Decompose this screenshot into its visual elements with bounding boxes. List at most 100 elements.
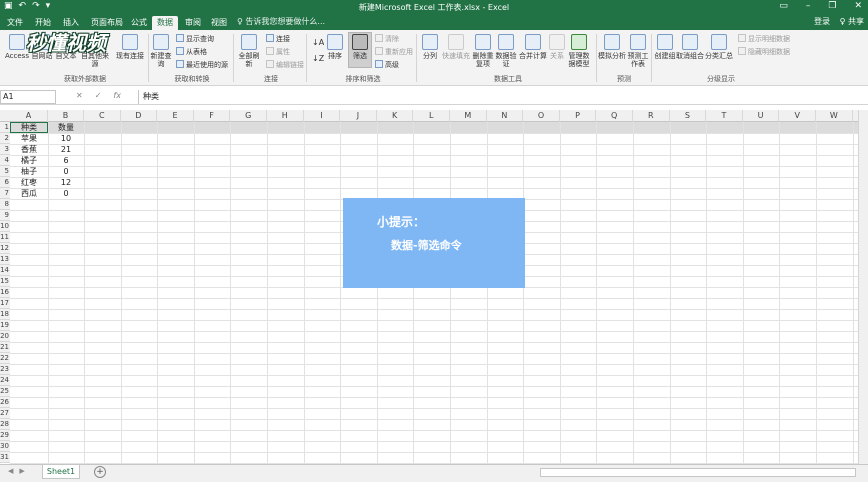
column-header[interactable]: T <box>706 110 743 122</box>
column-header[interactable]: D <box>121 110 158 122</box>
restore-icon[interactable]: ❐ <box>828 1 836 11</box>
table-cell[interactable]: 12 <box>48 177 84 188</box>
table-cell[interactable]: 0 <box>48 166 84 177</box>
row-header[interactable]: 24 <box>0 375 10 386</box>
table-cell[interactable]: 苹果 <box>10 133 48 144</box>
row-header[interactable]: 16 <box>0 287 10 298</box>
row-header[interactable]: 20 <box>0 331 10 342</box>
table-cell[interactable]: 红枣 <box>10 177 48 188</box>
column-header[interactable]: R <box>633 110 670 122</box>
connections-button[interactable]: 连接 <box>266 34 290 44</box>
formula-input[interactable]: 种类 <box>138 90 864 104</box>
row-header[interactable]: 5 <box>0 166 10 177</box>
column-header[interactable]: O <box>523 110 560 122</box>
row-header[interactable]: 11 <box>0 232 10 243</box>
row-header[interactable]: 30 <box>0 441 10 452</box>
add-sheet-button[interactable]: + <box>94 466 106 478</box>
sort-button[interactable]: 排序 <box>326 34 344 60</box>
consolidate-button[interactable]: 合并计算 <box>518 34 548 60</box>
column-header[interactable]: W <box>816 110 853 122</box>
column-header[interactable]: L <box>413 110 450 122</box>
ribbon-options-icon[interactable]: ▭ <box>779 1 788 11</box>
column-header[interactable]: I <box>304 110 341 122</box>
text-to-columns-button[interactable]: 分列 <box>420 34 440 60</box>
column-header[interactable]: M <box>450 110 487 122</box>
column-header[interactable]: E <box>157 110 194 122</box>
row-header[interactable]: 23 <box>0 364 10 375</box>
forecast-sheet-button[interactable]: 预测工作表 <box>626 34 650 68</box>
relationships-button[interactable]: 关系 <box>548 34 566 60</box>
row-header[interactable]: 10 <box>0 221 10 232</box>
column-header[interactable]: H <box>267 110 304 122</box>
column-header[interactable]: B <box>48 110 84 122</box>
recent-sources-button[interactable]: 最近使用的源 <box>176 60 228 70</box>
row-header[interactable]: 26 <box>0 397 10 408</box>
sheet-nav-arrows[interactable]: ◀▶ <box>8 467 31 475</box>
table-cell[interactable]: 0 <box>48 188 84 199</box>
row-header[interactable]: 21 <box>0 342 10 353</box>
subtotal-button[interactable]: 分类汇总 <box>704 34 734 60</box>
what-if-analysis-button[interactable]: 模拟分析 <box>598 34 626 60</box>
from-table-button[interactable]: 从表格 <box>176 47 207 57</box>
remove-duplicates-button[interactable]: 删除重复项 <box>472 34 494 68</box>
column-header[interactable]: A <box>10 110 48 122</box>
row-header[interactable]: 3 <box>0 144 10 155</box>
tell-me-search[interactable]: ♀ 告诉我您想要做什么... <box>237 16 325 27</box>
manage-data-model-button[interactable]: 管理数据模型 <box>566 34 592 68</box>
row-header[interactable]: 7 <box>0 188 10 199</box>
column-header[interactable]: Q <box>596 110 633 122</box>
column-header[interactable]: J <box>340 110 377 122</box>
row-header[interactable]: 25 <box>0 386 10 397</box>
ungroup-button[interactable]: 取消组合 <box>676 34 704 60</box>
row-header[interactable]: 2 <box>0 133 10 144</box>
cancel-icon[interactable]: ✕ <box>76 91 83 100</box>
row-header[interactable]: 29 <box>0 430 10 441</box>
tab-review[interactable]: 审阅 <box>180 16 206 30</box>
table-cell[interactable]: 10 <box>48 133 84 144</box>
row-header[interactable]: 12 <box>0 243 10 254</box>
name-box[interactable]: A1 <box>0 90 56 104</box>
login-link[interactable]: 登录 <box>814 16 830 27</box>
column-header[interactable]: C <box>84 110 121 122</box>
column-header[interactable]: U <box>743 110 780 122</box>
row-header[interactable]: 13 <box>0 254 10 265</box>
flash-fill-button[interactable]: 快速填充 <box>440 34 472 60</box>
group-button[interactable]: 创建组 <box>654 34 676 60</box>
tab-formulas[interactable]: 公式 <box>126 16 152 30</box>
row-header[interactable]: 8 <box>0 199 10 210</box>
reapply-button[interactable]: 重新应用 <box>375 47 413 57</box>
table-cell[interactable]: 西瓜 <box>10 188 48 199</box>
edit-links-button[interactable]: 编辑链接 <box>266 60 304 70</box>
existing-connections-button[interactable]: 现有连接 <box>114 34 146 60</box>
share-button[interactable]: ♀ 共享 <box>840 16 864 27</box>
hide-detail-button[interactable]: 隐藏明细数据 <box>738 47 790 57</box>
show-detail-button[interactable]: 显示明细数据 <box>738 34 790 44</box>
table-cell[interactable]: 橘子 <box>10 155 48 166</box>
row-header[interactable]: 14 <box>0 265 10 276</box>
row-header[interactable]: 31 <box>0 452 10 463</box>
table-cell[interactable]: 数量 <box>48 122 84 133</box>
row-header[interactable]: 18 <box>0 309 10 320</box>
column-header[interactable]: N <box>487 110 524 122</box>
table-cell[interactable]: 21 <box>48 144 84 155</box>
row-header[interactable]: 15 <box>0 276 10 287</box>
data-validation-button[interactable]: 数据验证 <box>494 34 518 68</box>
row-header[interactable]: 22 <box>0 353 10 364</box>
row-header[interactable]: 17 <box>0 298 10 309</box>
vertical-scrollbar[interactable] <box>858 110 868 464</box>
row-header[interactable]: 9 <box>0 210 10 221</box>
clear-filter-button[interactable]: 清除 <box>375 34 399 44</box>
filter-button[interactable]: 筛选 <box>348 34 372 60</box>
row-header[interactable]: 28 <box>0 419 10 430</box>
column-header[interactable]: P <box>560 110 597 122</box>
advanced-filter-button[interactable]: 高级 <box>375 60 399 70</box>
row-header[interactable]: 1 <box>0 122 10 133</box>
new-query-button[interactable]: 新建查询 <box>150 34 172 68</box>
column-header[interactable]: K <box>377 110 414 122</box>
sheet-tab-sheet1[interactable]: Sheet1 <box>42 465 80 479</box>
tab-data[interactable]: 数据 <box>152 16 178 30</box>
column-header[interactable]: G <box>230 110 267 122</box>
row-header[interactable]: 4 <box>0 155 10 166</box>
table-cell[interactable]: 柚子 <box>10 166 48 177</box>
column-header[interactable]: V <box>779 110 816 122</box>
